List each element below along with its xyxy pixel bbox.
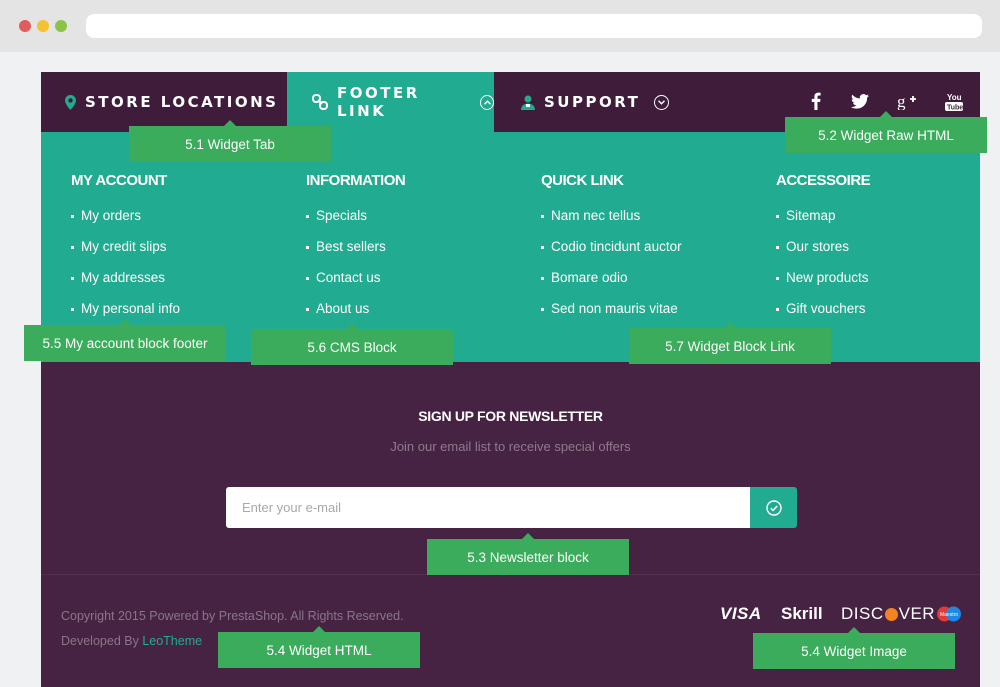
callout-cms-block: 5.6 CMS Block (251, 323, 453, 365)
column-title: QUICK LINK (541, 172, 624, 189)
callout-widget-block-link: 5.7 Widget Block Link (629, 322, 831, 364)
chevron-up-icon[interactable] (480, 94, 494, 110)
footer-link[interactable]: Sitemap (776, 208, 870, 239)
column-title: ACCESSOIRE (776, 172, 871, 189)
svg-text:g: g (897, 92, 906, 110)
tab-store-locations[interactable]: STORE LOCATIONS (65, 72, 308, 132)
footer-link[interactable]: Codio tincidunt auctor (541, 239, 682, 270)
maximize-window-dot[interactable] (55, 20, 67, 32)
check-circle-icon (765, 499, 782, 516)
footer-page: STORE LOCATIONS FOOTER LINK SUPPORT g Yo… (41, 72, 980, 687)
email-input[interactable] (226, 487, 750, 528)
chevron-down-icon[interactable] (654, 94, 670, 110)
link-icon (312, 94, 328, 110)
column-title: INFORMATION (306, 172, 406, 189)
footer-link[interactable]: Bomare odio (541, 270, 682, 301)
tab-footer-link[interactable]: FOOTER LINK (287, 72, 494, 132)
information-column: INFORMATION Specials Best sellers Contac… (306, 172, 406, 332)
footer-link[interactable]: Our stores (776, 239, 870, 270)
discover-logo: DISC VER (841, 604, 935, 624)
footer-link[interactable]: My credit slips (71, 239, 180, 270)
footer-link[interactable]: New products (776, 270, 870, 301)
google-plus-icon[interactable]: g (894, 90, 920, 112)
browser-chrome (0, 0, 1000, 52)
callout-my-account-block: 5.5 My account block footer (24, 319, 226, 361)
developer-link[interactable]: LeoTheme (142, 634, 202, 648)
accessoire-column: ACCESSOIRE Sitemap Our stores New produc… (776, 172, 871, 332)
developed-by: Developed By LeoTheme (61, 634, 202, 648)
discover-dot (884, 607, 898, 621)
footer-link[interactable]: Nam nec tellus (541, 208, 682, 239)
my-account-column: MY ACCOUNT My orders My credit slips My … (71, 172, 180, 332)
facebook-icon[interactable] (803, 90, 829, 112)
newsletter-title: SIGN UP FOR NEWSLETTER (418, 408, 603, 424)
visa-logo: VISA (720, 604, 762, 623)
maestro-logo: Maestro (936, 606, 962, 622)
svg-text:You: You (947, 93, 962, 102)
footer-link[interactable]: My addresses (71, 270, 180, 301)
footer-link[interactable]: Best sellers (306, 239, 405, 270)
newsletter-form (226, 487, 797, 528)
map-marker-icon (65, 94, 76, 110)
youtube-icon[interactable]: You Tube (941, 90, 967, 112)
address-bar[interactable] (86, 14, 982, 38)
column-title: MY ACCOUNT (71, 172, 167, 189)
callout-widget-raw-html: 5.2 Widget Raw HTML (785, 111, 987, 153)
quick-link-column: QUICK LINK Nam nec tellus Codio tincidun… (541, 172, 682, 332)
tab-label: FOOTER LINK (337, 84, 420, 120)
discover-text-a: DISC (841, 604, 884, 623)
copyright-text: Copyright 2015 Powered by PrestaShop. Al… (61, 609, 404, 623)
minimize-window-dot[interactable] (37, 20, 49, 32)
footer-link[interactable]: Contact us (306, 270, 405, 301)
tab-label: SUPPORT (544, 93, 641, 111)
callout-widget-tab: 5.1 Widget Tab (129, 120, 331, 162)
discover-text-b: VER (898, 604, 936, 623)
newsletter-subtitle: Join our email list to receive special o… (390, 439, 631, 454)
support-icon (521, 95, 535, 110)
svg-text:Tube: Tube (947, 104, 963, 111)
footer-link[interactable]: Specials (306, 208, 405, 239)
tab-label: STORE LOCATIONS (85, 93, 279, 111)
skrill-logo: Skrill (781, 604, 823, 623)
close-window-dot[interactable] (19, 20, 31, 32)
twitter-icon[interactable] (847, 90, 873, 112)
developed-prefix: Developed By (61, 634, 139, 648)
subscribe-button[interactable] (750, 487, 797, 528)
callout-widget-image: 5.4 Widget Image (753, 627, 955, 669)
maestro-text: Maestro (940, 612, 958, 618)
footer-link[interactable]: My orders (71, 208, 180, 239)
callout-widget-html: 5.4 Widget HTML (218, 626, 420, 668)
tab-support[interactable]: SUPPORT (521, 72, 670, 132)
callout-newsletter-block: 5.3 Newsletter block (427, 533, 629, 575)
